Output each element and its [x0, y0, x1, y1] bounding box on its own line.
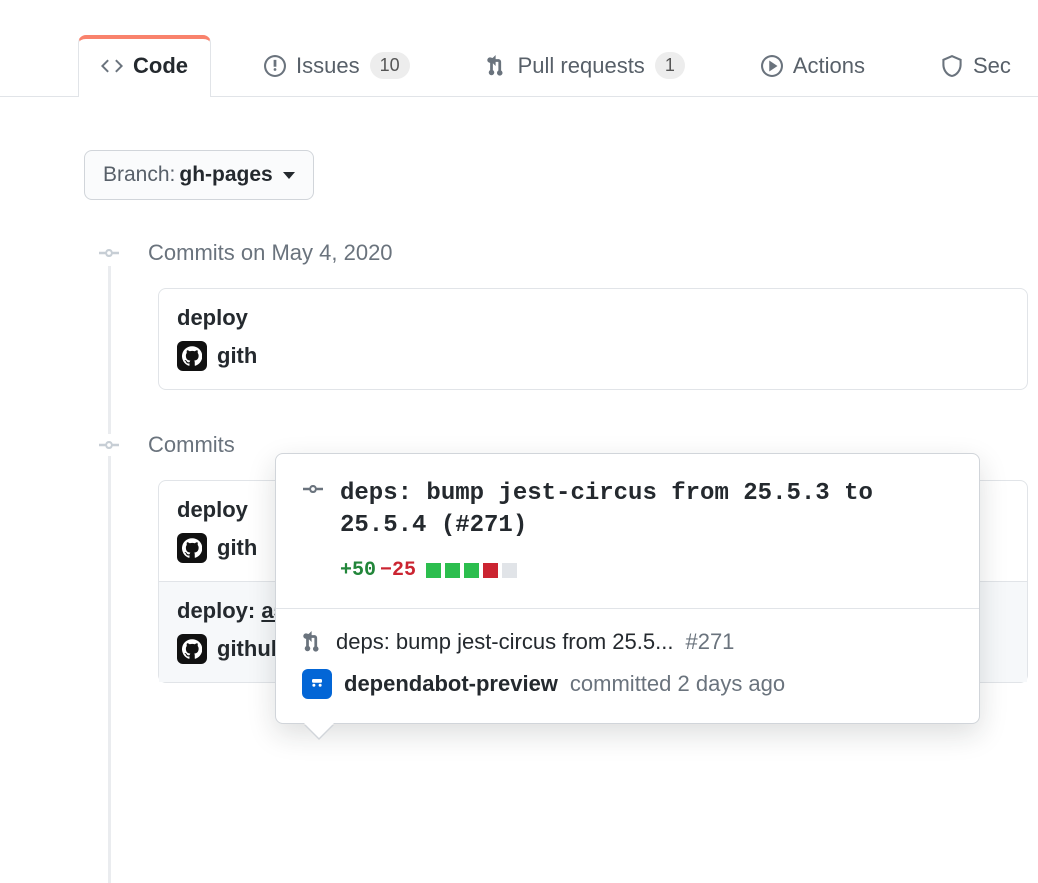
hovercard-author[interactable]: dependabot-preview	[344, 671, 558, 697]
diff-square-added	[426, 563, 441, 578]
commit-hovercard: deps: bump jest-circus from 25.5.3 to 25…	[275, 453, 980, 724]
avatar	[177, 341, 207, 371]
commit-title-prefix: deploy:	[177, 598, 255, 623]
play-icon	[761, 55, 783, 77]
additions-count: +50	[340, 559, 376, 582]
avatar	[302, 669, 332, 699]
commit-author[interactable]: gith	[217, 343, 257, 369]
caret-down-icon	[283, 172, 295, 179]
shield-icon	[941, 55, 963, 77]
commit-author[interactable]: gith	[217, 535, 257, 561]
git-pull-request-icon	[302, 631, 324, 653]
commit-icon	[302, 478, 324, 500]
branch-select-label: Branch:	[103, 163, 175, 187]
git-pull-request-icon	[486, 55, 508, 77]
commit-icon	[98, 434, 120, 456]
commit-item[interactable]: deploy gith	[159, 289, 1027, 389]
diff-square-added	[464, 563, 479, 578]
commit-group-date: Commits	[148, 432, 235, 458]
commit-group-header: Commits on May 4, 2020	[98, 240, 1038, 266]
hovercard-commit-title: deps: bump jest-circus from 25.5.3 to 25…	[340, 478, 953, 543]
tab-code-label: Code	[133, 53, 188, 79]
hovercard-pr-number[interactable]: #271	[685, 629, 734, 655]
tab-pulls[interactable]: Pull requests 1	[463, 33, 708, 97]
commit-list: deploy gith deploy: a5d411b github-actio…	[158, 480, 1028, 683]
diff-square-added	[445, 563, 460, 578]
avatar	[177, 533, 207, 563]
code-icon	[101, 55, 123, 77]
commit-icon	[98, 242, 120, 264]
commit-title: deploy	[177, 305, 1009, 331]
divider	[276, 608, 979, 609]
tab-issues-label: Issues	[296, 53, 360, 79]
branch-select-button[interactable]: Branch: gh-pages	[84, 150, 314, 200]
timeline-line	[108, 266, 111, 883]
branch-select-name: gh-pages	[179, 163, 272, 187]
hovercard-pr-title[interactable]: deps: bump jest-circus from 25.5...	[336, 629, 673, 655]
commit-group-date: Commits on May 4, 2020	[148, 240, 393, 266]
repo-tabnav: Code Issues 10 Pull requests 1 Actions S…	[0, 0, 1038, 97]
tab-security-label: Sec	[973, 53, 1011, 79]
avatar	[177, 634, 207, 664]
issue-icon	[264, 55, 286, 77]
tab-issues[interactable]: Issues 10	[241, 33, 433, 97]
diff-square-removed	[483, 563, 498, 578]
pulls-count: 1	[655, 52, 685, 79]
hovercard-time: committed 2 days ago	[570, 671, 785, 697]
tab-pulls-label: Pull requests	[518, 53, 645, 79]
diff-square-neutral	[502, 563, 517, 578]
diffstat: +50 −25	[340, 559, 953, 582]
tab-code[interactable]: Code	[78, 35, 211, 97]
tab-actions[interactable]: Actions	[738, 34, 888, 97]
tab-security[interactable]: Sec	[918, 34, 1034, 97]
commit-list: deploy gith	[158, 288, 1028, 390]
deletions-count: −25	[380, 559, 416, 582]
tab-actions-label: Actions	[793, 53, 865, 79]
issues-count: 10	[370, 52, 410, 79]
